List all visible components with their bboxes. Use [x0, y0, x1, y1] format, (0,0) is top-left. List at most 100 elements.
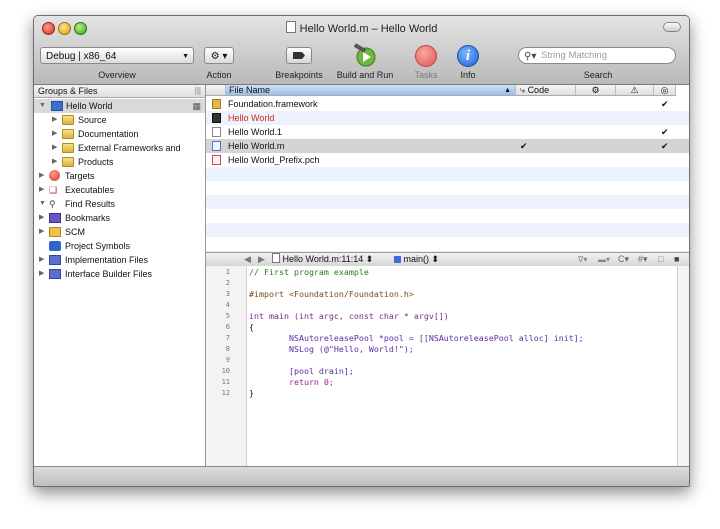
sidebar-item-hello-world[interactable]: ▼ Hello World ▦ — [34, 99, 205, 113]
action-popup[interactable]: ⚙ ▾ — [204, 47, 234, 64]
table-row[interactable]: Hello World_Prefix.pch — [206, 153, 689, 167]
split-grip-icon[interactable]: ||| — [195, 85, 201, 97]
smart-group-icon — [49, 269, 61, 279]
target-checkbox[interactable]: ✔ — [661, 97, 669, 111]
disclosure-closed-icon[interactable]: ▶ — [39, 211, 44, 225]
empty-row — [206, 223, 689, 237]
pragma-menu-icon[interactable]: #▾ — [638, 253, 648, 266]
sidebar-item-source[interactable]: ▶ Source — [34, 113, 205, 127]
project-icon — [51, 101, 63, 111]
back-arrow-icon[interactable]: ◀ — [244, 253, 251, 266]
sidebar-item-label: Products — [78, 157, 114, 167]
executable-icon — [212, 113, 221, 123]
target-checkbox[interactable]: ✔ — [661, 125, 669, 139]
sidebar-item-project-symbols[interactable]: Project Symbols — [34, 239, 205, 253]
status-bar — [34, 466, 689, 486]
info-label: Info — [460, 70, 476, 80]
sidebar-item-label: Project Symbols — [65, 241, 131, 251]
search-placeholder: String Matching — [541, 50, 608, 61]
function-label: main() ⬍ — [403, 254, 440, 264]
disclosure-closed-icon[interactable]: ▶ — [39, 225, 44, 239]
function-icon — [394, 256, 401, 263]
lock-icon[interactable]: ■ — [674, 253, 679, 266]
file-history-popup[interactable]: Hello World.m:11:14 ⬍ — [272, 253, 373, 266]
column-header-warnings[interactable]: ⚠ — [616, 85, 654, 96]
sidebar-item-products[interactable]: ▶ Products — [34, 155, 205, 169]
search-label: Search — [583, 70, 613, 80]
sidebar-header: Groups & Files ||| — [34, 85, 205, 98]
code-editor[interactable]: // First program example #import <Founda… — [247, 266, 677, 466]
sidebar-item-label: Source — [78, 115, 107, 125]
symbols-icon — [49, 241, 61, 251]
counterpart-icon[interactable]: □ — [658, 253, 663, 266]
disclosure-open-icon[interactable]: ▼ — [39, 197, 46, 211]
line-number: 5 — [225, 312, 230, 320]
sidebar-item-label: Targets — [65, 171, 95, 181]
sidebar-header-label: Groups & Files — [38, 86, 98, 96]
disclosure-closed-icon[interactable]: ▶ — [52, 113, 57, 127]
sidebar-item-label: Documentation — [78, 129, 139, 139]
disclosure-closed-icon[interactable]: ▶ — [39, 169, 44, 183]
disclosure-closed-icon[interactable]: ▶ — [39, 253, 44, 267]
code-status: ✔ — [520, 141, 528, 151]
document-icon — [272, 253, 280, 263]
scm-icon — [49, 227, 61, 237]
disclosure-closed-icon[interactable]: ▶ — [39, 183, 44, 197]
class-menu-icon[interactable]: C▾ — [618, 253, 629, 266]
bookmarks-menu-icon[interactable]: ∇▾ — [578, 253, 587, 266]
sidebar-item-label: Find Results — [65, 199, 116, 209]
search-field[interactable]: ⚲▾ String Matching — [518, 47, 676, 64]
breakpoints-button[interactable] — [286, 47, 312, 64]
folder-icon — [62, 157, 74, 167]
line-number: 9 — [225, 356, 230, 364]
table-row[interactable]: Foundation.framework ✔ — [206, 97, 689, 111]
action-label: Action — [206, 70, 232, 80]
folder-icon — [62, 129, 74, 139]
info-button[interactable]: i — [457, 45, 479, 67]
column-header-code[interactable]: ⤷ Code — [516, 85, 576, 96]
code-line: { — [249, 322, 254, 332]
line-number: 1 — [225, 268, 230, 276]
disclosure-closed-icon[interactable]: ▶ — [39, 267, 44, 281]
overview-label: Overview — [98, 70, 136, 80]
column-header-file-name[interactable]: File Name ▲ — [226, 85, 516, 96]
column-header-errors[interactable]: ⚙ — [576, 85, 616, 96]
sidebar-item-label: Interface Builder Files — [65, 269, 153, 279]
column-header-icon[interactable] — [206, 85, 226, 96]
table-row[interactable]: Hello World.1 ✔ — [206, 125, 689, 139]
sidebar-item-targets[interactable]: ▶ Targets — [34, 169, 205, 183]
sidebar-item-external-frameworks[interactable]: ▶ External Frameworks and — [34, 141, 205, 155]
sort-ascending-icon: ▲ — [504, 87, 511, 94]
editor-scrollbar[interactable] — [677, 266, 689, 466]
sidebar-item-find-results[interactable]: ▼ ⚲ Find Results — [34, 197, 205, 211]
tasks-button[interactable] — [415, 45, 437, 67]
overview-value: Debug | x86_64 — [46, 51, 117, 62]
disclosure-closed-icon[interactable]: ▶ — [52, 155, 57, 169]
table-row[interactable]: Hello World — [206, 111, 689, 125]
overview-popup[interactable]: Debug | x86_64 ▼ — [40, 47, 194, 64]
build-status-icon: ⤷ — [520, 85, 526, 95]
forward-arrow-icon[interactable]: ▶ — [258, 253, 265, 266]
document-icon — [212, 127, 221, 137]
folder-icon — [62, 143, 74, 153]
sidebar-item-executables[interactable]: ▶ ❑ Executables — [34, 183, 205, 197]
sidebar-item-interface-builder-files[interactable]: ▶ Interface Builder Files — [34, 267, 205, 281]
disclosure-open-icon[interactable]: ▼ — [39, 99, 46, 113]
sidebar-item-bookmarks[interactable]: ▶ Bookmarks — [34, 211, 205, 225]
disclosure-closed-icon[interactable]: ▶ — [52, 127, 57, 141]
sidebar-item-implementation-files[interactable]: ▶ Implementation Files — [34, 253, 205, 267]
sidebar-item-scm[interactable]: ▶ SCM — [34, 225, 205, 239]
line-number: 7 — [225, 334, 230, 342]
disclosure-closed-icon[interactable]: ▶ — [52, 141, 57, 155]
build-and-run-button[interactable] — [352, 43, 378, 67]
target-checkbox[interactable]: ✔ — [661, 139, 669, 153]
file-name: Foundation.framework — [228, 99, 318, 109]
function-popup[interactable]: main() ⬍ — [394, 253, 439, 266]
column-header-target[interactable]: ◎ — [654, 85, 676, 96]
toolbar-toggle-button[interactable] — [663, 22, 681, 32]
sidebar-item-documentation[interactable]: ▶ Documentation — [34, 127, 205, 141]
header-file-icon — [212, 155, 221, 165]
column-header-code-label: Code — [527, 85, 550, 95]
table-row[interactable]: Hello World.m ✔ ✔ — [206, 139, 689, 153]
breakpoints-menu-icon[interactable]: ▬▾ — [598, 253, 610, 266]
